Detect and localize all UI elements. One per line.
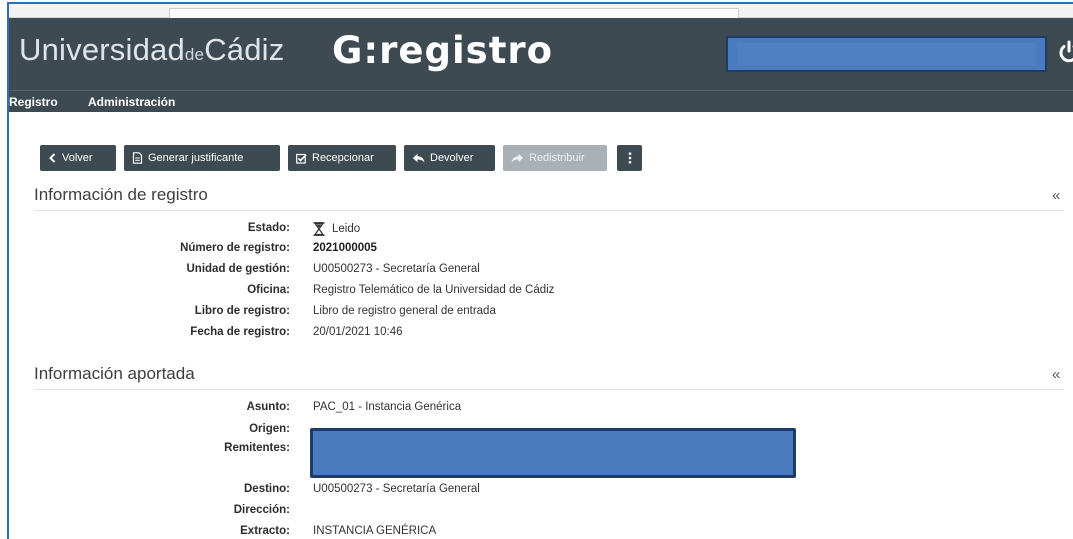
field-value-oficina: Registro Telemático de la Universidad de… [313, 284, 555, 296]
share-forward-icon [511, 153, 524, 163]
field-label-fecha: Fecha de registro: [190, 326, 290, 338]
hourglass-icon [313, 222, 325, 236]
share-back-icon [412, 153, 425, 163]
devolver-button[interactable]: Devolver [404, 145, 495, 171]
power-icon[interactable] [1057, 40, 1073, 64]
field-value-libro: Libro de registro general de entrada [313, 305, 496, 317]
field-label-destino: Destino: [244, 483, 290, 495]
field-label-numero: Número de registro: [180, 242, 290, 254]
field-label-unidad: Unidad de gestión: [186, 263, 291, 275]
app-logo: G:registro [332, 29, 554, 72]
recepcionar-label: Recepcionar [312, 152, 374, 164]
collapse-aportada-icon[interactable]: « [1052, 366, 1060, 383]
app-header: UniversidaddeCádiz G:registro [9, 18, 1073, 90]
main-menu: Registro Administración [9, 90, 1073, 112]
field-label-remitentes: Remitentes: [224, 442, 290, 454]
collapse-registro-icon[interactable]: « [1052, 187, 1060, 204]
university-logo[interactable]: UniversidaddeCádiz [19, 32, 284, 68]
document-icon [132, 152, 143, 164]
menu-item-registro[interactable]: Registro [9, 95, 58, 109]
field-value-estado: Leido [313, 222, 360, 236]
generar-justificante-label: Generar justificante [148, 152, 244, 164]
more-vertical-icon [628, 152, 631, 164]
university-suffix: Cádiz [204, 32, 285, 67]
browser-tab[interactable] [169, 8, 739, 18]
field-label-origen: Origen: [249, 423, 290, 435]
redistribuir-label: Redistribuir [529, 152, 585, 164]
field-label-extracto: Extracto: [240, 525, 290, 537]
field-label-asunto: Asunto: [246, 401, 290, 413]
redaction-fill [737, 43, 1036, 65]
section-title-registro: Información de registro [34, 185, 208, 204]
section-divider [34, 210, 1064, 211]
volver-label: Volver [62, 152, 93, 164]
more-actions-button[interactable] [617, 145, 642, 171]
field-label-oficina: Oficina: [247, 284, 290, 296]
university-prefix: Universidad [19, 32, 185, 67]
university-de: de [184, 45, 205, 64]
remitentes-redacted [310, 428, 796, 478]
user-info-redacted [726, 36, 1047, 72]
field-label-estado: Estado: [247, 222, 290, 234]
redistribuir-button[interactable]: Redistribuir [503, 145, 607, 171]
browser-tab-strip [9, 4, 1073, 18]
field-value-fecha: 20/01/2021 10:46 [313, 326, 403, 338]
section-divider [34, 389, 1064, 390]
field-value-extracto: INSTANCIA GENÉRICA [313, 525, 437, 537]
checkbox-icon [296, 153, 307, 164]
field-label-direccion: Dirección: [233, 504, 290, 516]
field-value-numero: 2021000005 [313, 242, 377, 254]
section-title-aportada: Información aportada [34, 364, 195, 383]
devolver-label: Devolver [430, 152, 474, 164]
generar-justificante-button[interactable]: Generar justificante [124, 145, 280, 171]
field-value-destino: U00500273 - Secretaría General [313, 483, 480, 495]
estado-value: Leido [332, 223, 361, 235]
volver-button[interactable]: Volver [40, 145, 116, 171]
chevron-left-icon [49, 153, 56, 163]
recepcionar-button[interactable]: Recepcionar [288, 145, 396, 171]
field-value-asunto: PAC_01 - Instancia Genérica [313, 401, 462, 413]
menu-item-administracion[interactable]: Administración [88, 95, 175, 109]
field-label-libro: Libro de registro: [194, 305, 290, 317]
field-value-unidad: U00500273 - Secretaría General [313, 263, 480, 275]
